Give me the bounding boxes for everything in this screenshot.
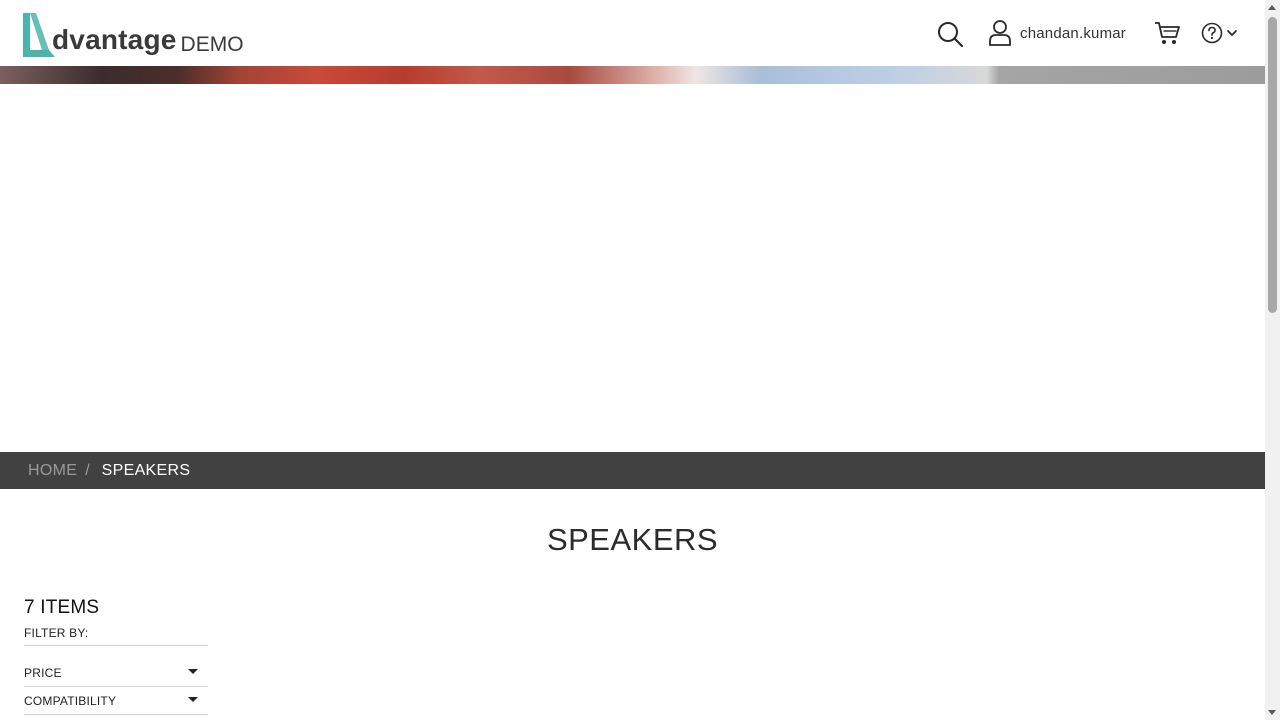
filter-price[interactable]: PRICE <box>24 646 208 687</box>
filter-by-label: FILTER BY: <box>24 626 208 646</box>
scroll-down-arrow-icon[interactable] <box>1268 710 1276 715</box>
user-icon <box>989 20 1011 46</box>
help-menu[interactable] <box>1201 21 1238 45</box>
scrollbar-thumb[interactable] <box>1268 17 1277 313</box>
hero-banner-image <box>0 66 1265 84</box>
caret-down-icon <box>188 697 198 702</box>
user-name: chandan.kumar <box>1020 24 1126 42</box>
filter-label: PRICE <box>24 666 62 680</box>
search-icon[interactable] <box>936 20 964 48</box>
caret-down-icon <box>188 669 198 674</box>
chevron-down-icon <box>1227 30 1237 36</box>
cart-icon[interactable] <box>1154 20 1180 46</box>
breadcrumb: HOME / SPEAKERS <box>0 452 1265 489</box>
logo-mark-icon <box>23 13 55 57</box>
help-icon <box>1201 22 1223 44</box>
page-scrollbar[interactable] <box>1265 0 1280 720</box>
filter-sidebar: 7 ITEMS FILTER BY: PRICE COMPATIBILITY <box>24 596 208 715</box>
page: dvantage DEMO chandan.kumar HOME / SPEAK… <box>0 0 1265 720</box>
filter-compatibility[interactable]: COMPATIBILITY <box>24 687 208 715</box>
page-title: SPEAKERS <box>546 522 719 557</box>
logo-word: dvantage <box>52 24 177 55</box>
logo-sub: DEMO <box>180 33 244 56</box>
user-menu[interactable]: chandan.kumar <box>988 19 1126 47</box>
scroll-up-arrow-icon[interactable] <box>1268 5 1276 10</box>
breadcrumb-separator: / <box>85 461 90 479</box>
breadcrumb-home-link[interactable]: HOME <box>28 462 77 480</box>
site-header: dvantage DEMO chandan.kumar <box>0 0 1265 66</box>
items-count: 7 ITEMS <box>24 597 100 618</box>
advantage-logo[interactable]: dvantage DEMO <box>22 8 244 58</box>
filter-label: COMPATIBILITY <box>24 694 117 708</box>
hero-banner <box>0 84 1265 452</box>
breadcrumb-current: SPEAKERS <box>101 461 191 479</box>
